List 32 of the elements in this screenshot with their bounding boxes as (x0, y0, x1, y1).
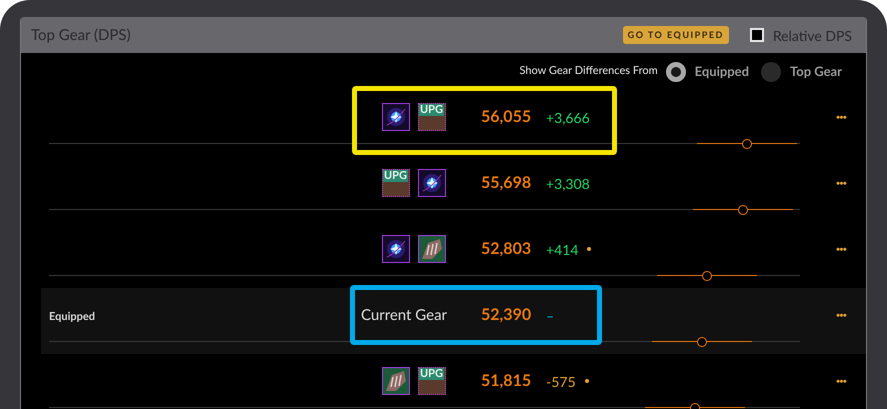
more-menu[interactable]: ··· (836, 369, 846, 393)
upgrade-badge: UPG (419, 104, 444, 116)
dps-difference: +3,308 (546, 174, 590, 194)
claw-icon (382, 367, 410, 395)
dps-score: 56,055 (481, 106, 532, 128)
dps-score: 52,803 (481, 238, 532, 260)
compare-label: Show Gear Differences From (520, 63, 658, 80)
dps-score: 55,698 (481, 172, 532, 194)
compare-radio[interactable]: Equipped (666, 62, 749, 82)
relative-dps-label: Relative DPS (772, 26, 852, 46)
upgrade-badge: UPG (383, 170, 408, 182)
current-gear-label: Current Gear (361, 304, 448, 326)
more-menu[interactable]: ··· (836, 303, 846, 327)
panel-title: Top Gear (DPS) (31, 24, 131, 46)
dps-difference: -575 (546, 372, 576, 392)
relative-dps-checkbox[interactable] (750, 28, 764, 42)
glowing-orb-icon (382, 103, 410, 131)
dps-difference: +414 (546, 240, 578, 260)
more-menu[interactable]: ··· (836, 171, 846, 195)
more-menu[interactable]: ··· (836, 237, 846, 261)
glowing-orb-icon (382, 235, 410, 263)
compare-radio[interactable]: Top Gear (761, 62, 842, 82)
claw-icon (418, 235, 446, 263)
dps-difference: +3,666 (546, 108, 590, 128)
more-menu[interactable]: ··· (836, 105, 846, 129)
glowing-orb-icon (418, 169, 446, 197)
go-to-equipped-button[interactable]: GO TO EQUIPPED (622, 26, 729, 44)
dps-difference: – (546, 306, 554, 326)
dps-score: 52,390 (481, 304, 532, 326)
dps-score: 51,815 (481, 370, 532, 392)
equipped-label: Equipped (49, 310, 95, 323)
upgrade-badge: UPG (419, 368, 444, 380)
